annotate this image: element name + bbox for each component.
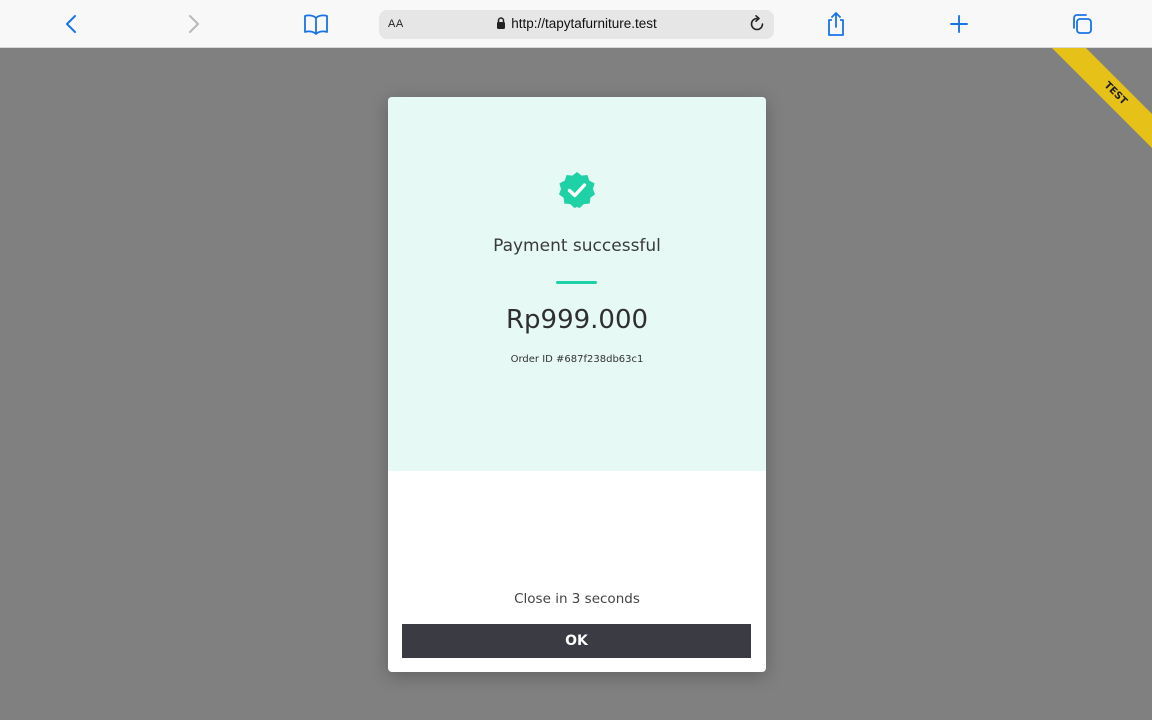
ok-button[interactable]: OK — [402, 624, 751, 658]
url-display[interactable]: http://tapytafurniture.test — [379, 16, 774, 32]
new-tab-icon[interactable] — [945, 10, 973, 38]
back-icon[interactable] — [57, 10, 85, 38]
lock-icon — [496, 17, 506, 32]
url-text: http://tapytafurniture.test — [511, 16, 657, 31]
environment-ribbon-label: TEST — [1046, 48, 1152, 158]
payment-amount: Rp999.000 — [505, 305, 649, 335]
forward-icon[interactable] — [180, 10, 208, 38]
tabs-overview-icon[interactable] — [1068, 10, 1096, 38]
share-icon[interactable] — [822, 10, 850, 38]
payment-status-title: Payment successful — [493, 236, 661, 256]
check-badge-icon — [559, 172, 595, 208]
reload-icon[interactable] — [747, 14, 767, 34]
order-id: Order ID #687f238db63c1 — [510, 354, 644, 365]
payment-modal: Payment successful Rp999.000 Order ID #6… — [388, 97, 766, 672]
address-bar[interactable]: AA http://tapytafurniture.test — [379, 10, 774, 39]
browser-toolbar: AA http://tapytafurniture.test — [0, 0, 1152, 48]
close-countdown: Close in 3 seconds — [514, 591, 640, 607]
payment-summary-panel: Payment successful Rp999.000 Order ID #6… — [388, 97, 766, 471]
bookmarks-icon[interactable] — [302, 10, 330, 38]
title-divider — [556, 281, 597, 284]
environment-ribbon: TEST — [1042, 48, 1152, 158]
